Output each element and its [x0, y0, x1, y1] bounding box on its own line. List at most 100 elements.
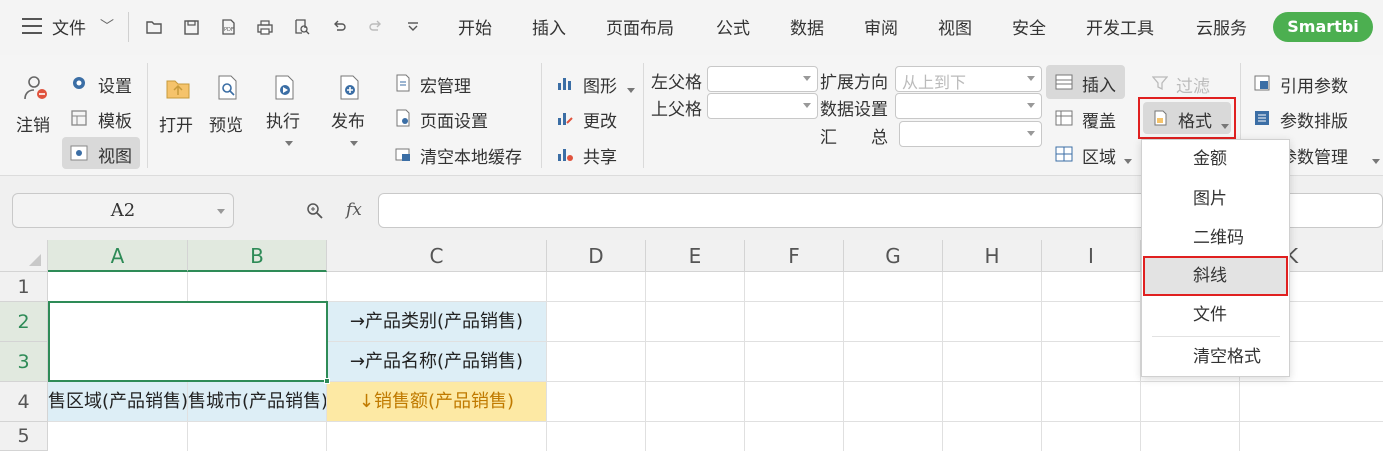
cover-button[interactable]: 覆盖	[1046, 105, 1136, 133]
view-button[interactable]: 视图	[62, 137, 140, 169]
row-header-1[interactable]: 1	[0, 272, 48, 302]
open-folder-icon	[166, 80, 190, 99]
insert-button[interactable]: 插入	[1046, 65, 1125, 99]
macro-manage-button[interactable]: 宏管理	[390, 70, 530, 98]
undo-icon[interactable]	[328, 16, 350, 38]
cell-c4[interactable]: ↓销售额(产品销售)	[327, 382, 546, 421]
bar-chart-icon	[558, 78, 571, 90]
summary-label: 汇 总	[820, 128, 888, 148]
menu-item-qrcode[interactable]: 二维码	[1143, 219, 1288, 257]
column-header-b[interactable]: B	[188, 240, 327, 272]
chevron-down-icon	[1120, 151, 1132, 170]
menu-item-amount[interactable]: 金额	[1143, 140, 1288, 178]
tab-page-layout[interactable]: 页面布局	[606, 14, 674, 39]
print-icon[interactable]	[254, 16, 276, 38]
clear-cache-button[interactable]: 清空本地缓存	[390, 141, 535, 169]
spreadsheet-app: 文件 ﹀ PDF 开始 插入 页面布局 公式 数据 审阅 视图 安全 开发工具 …	[0, 0, 1383, 451]
column-header-g[interactable]: G	[844, 240, 943, 272]
param-layout-icon	[1255, 111, 1269, 125]
summary-select[interactable]	[899, 121, 1042, 147]
print-preview-icon[interactable]	[291, 16, 313, 38]
chevron-down-icon[interactable]: ﹀	[100, 16, 114, 36]
tab-cloud-service[interactable]: 云服务	[1196, 14, 1247, 39]
row-header-2[interactable]: 2	[0, 302, 48, 342]
area-button[interactable]: 区域	[1046, 141, 1136, 169]
column-header-d[interactable]: D	[547, 240, 646, 272]
cell-a4[interactable]: 销售区域(产品销售)	[48, 382, 187, 421]
tab-review[interactable]: 审阅	[864, 14, 898, 39]
tab-formula[interactable]: 公式	[716, 14, 750, 39]
logout-button[interactable]: 注销	[12, 71, 58, 141]
chart-button[interactable]: 图形	[553, 70, 635, 98]
menu-divider	[1152, 336, 1280, 337]
cell-c3[interactable]: →产品名称(产品销售)	[327, 342, 546, 381]
row-header-3[interactable]: 3	[0, 342, 48, 382]
menu-item-file[interactable]: 文件	[1143, 296, 1288, 334]
tab-view[interactable]: 视图	[938, 14, 972, 39]
preview-button[interactable]: 预览	[206, 71, 250, 141]
column-header-i[interactable]: I	[1042, 240, 1141, 272]
template-icon	[71, 110, 87, 126]
chart-label: 图形	[583, 77, 617, 97]
grid-line	[1041, 272, 1042, 451]
select-all-corner[interactable]	[0, 240, 48, 272]
save-icon[interactable]	[180, 16, 202, 38]
tab-smartbi[interactable]: Smartbi	[1273, 12, 1373, 42]
tab-insert[interactable]: 插入	[532, 14, 566, 39]
column-header-h[interactable]: H	[943, 240, 1042, 272]
publish-icon	[340, 75, 359, 100]
tab-developer[interactable]: 开发工具	[1086, 14, 1154, 39]
param-layout-button[interactable]: 参数排版	[1250, 105, 1370, 133]
fill-handle[interactable]	[324, 378, 330, 384]
page-setup-button[interactable]: 页面设置	[390, 105, 530, 133]
chevron-down-icon[interactable]	[217, 209, 225, 214]
execute-icon	[275, 75, 294, 100]
selected-range[interactable]	[48, 301, 328, 382]
change-button[interactable]: 更改	[553, 105, 635, 133]
pdf-export-icon[interactable]: PDF	[217, 16, 239, 38]
execute-button[interactable]: 执行	[263, 71, 307, 151]
cell-c2[interactable]: →产品类别(产品销售)	[327, 302, 546, 341]
cell-b4-text: 销售城市(产品销售)	[188, 391, 326, 412]
redo-icon[interactable]	[365, 16, 387, 38]
column-header-f[interactable]: F	[745, 240, 844, 272]
customize-toolbar-icon[interactable]	[402, 16, 424, 38]
grid-line	[546, 272, 547, 451]
menu-item-slash[interactable]: 斜线	[1143, 256, 1288, 296]
tab-home[interactable]: 开始	[458, 14, 492, 39]
zoom-search-icon[interactable]	[306, 202, 324, 220]
ref-params-button[interactable]: 引用参数	[1250, 70, 1370, 98]
fx-icon[interactable]: fx	[346, 200, 362, 220]
data-settings-select[interactable]	[895, 93, 1042, 119]
open-folder-icon[interactable]	[143, 16, 165, 38]
column-header-a[interactable]: A	[48, 240, 188, 272]
row-header-5[interactable]: 5	[0, 422, 48, 451]
gear-icon	[73, 77, 85, 89]
filter-button[interactable]: 过滤	[1148, 70, 1233, 98]
share-button[interactable]: 共享	[553, 141, 635, 169]
format-button[interactable]: 格式	[1138, 97, 1236, 139]
file-menu[interactable]: 文件	[52, 14, 86, 39]
name-box[interactable]: A2	[12, 193, 234, 228]
format-dropdown-menu: 金额 图片 二维码 斜线 文件 清空格式	[1141, 139, 1290, 377]
column-header-e[interactable]: E	[646, 240, 745, 272]
menu-item-clear-format[interactable]: 清空格式	[1143, 338, 1288, 376]
tab-data[interactable]: 数据	[790, 14, 824, 39]
tab-security[interactable]: 安全	[1012, 14, 1046, 39]
template-button[interactable]: 模板	[66, 105, 140, 133]
row-header-4[interactable]: 4	[0, 382, 48, 422]
cell-b4[interactable]: 销售城市(产品销售)	[188, 382, 326, 421]
open-button[interactable]: 打开	[156, 71, 200, 141]
left-parent-select[interactable]	[707, 66, 818, 92]
settings-button[interactable]: 设置	[66, 70, 140, 98]
expand-direction-select[interactable]: 从上到下	[895, 66, 1042, 92]
menu-item-image[interactable]: 图片	[1143, 180, 1288, 218]
grid-line	[48, 421, 1383, 422]
column-header-c[interactable]: C	[327, 240, 547, 272]
logout-label: 注销	[16, 116, 50, 136]
hamburger-menu-icon[interactable]	[22, 18, 42, 34]
grid-line	[942, 272, 943, 451]
user-logout-icon	[24, 76, 47, 100]
top-parent-select[interactable]	[707, 93, 818, 119]
publish-button[interactable]: 发布	[328, 71, 372, 151]
